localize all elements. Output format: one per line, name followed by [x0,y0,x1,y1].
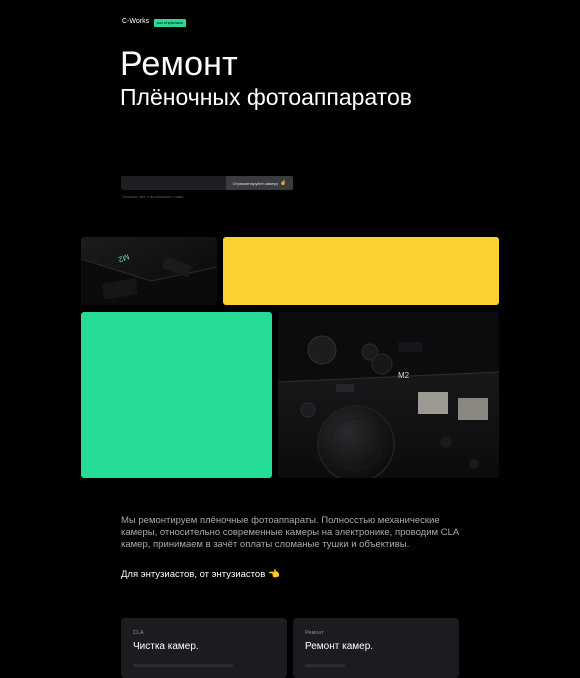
camera-photo-top: M2 [81,237,217,305]
service-category: CLA [133,630,144,636]
service-card-cla[interactable]: CLA Чистка камер. [121,618,287,678]
intro-text: Мы ремонтируем плёночные фотоаппараты. П… [121,515,459,550]
service-card-repair[interactable]: Ремонт Ремонт камер. [293,618,459,678]
camera-top-image: M2 [81,237,217,305]
yellow-panel [223,237,499,305]
repair-camera-button-label: Отремонтируйте камеру [232,180,279,186]
service-category: Ремонт [305,630,324,636]
brand-logo[interactable]: C-Works [122,18,149,25]
contact-field-wrapper [121,176,226,195]
camera-front-image: M2 [278,312,499,478]
status-badge: мы открылись [154,19,187,27]
tagline: Для энтузиастов, от энтузиастов 👈 [121,569,280,580]
green-panel [81,312,272,478]
contact-input[interactable] [121,181,226,195]
repair-camera-button[interactable]: Отремонтируйте камеру ☝ [226,176,293,190]
hand-icon: ☝ [280,180,287,186]
camera-photo-front: M2 [278,312,499,478]
tagline-text: Для энтузиастов, от энтузиастов [121,569,266,580]
pointing-hand-icon: 👈 [268,569,281,580]
service-title: Ремонт камер. [305,641,374,652]
page-title: Ремонт [120,45,238,83]
page-subtitle: Плёночных фотоаппаратов [120,84,412,110]
service-title: Чистка камер. [133,641,199,652]
engraving-label-front: M2 [398,371,410,380]
form-note: Напишите мне и мы свяжемся с вами [122,195,184,199]
